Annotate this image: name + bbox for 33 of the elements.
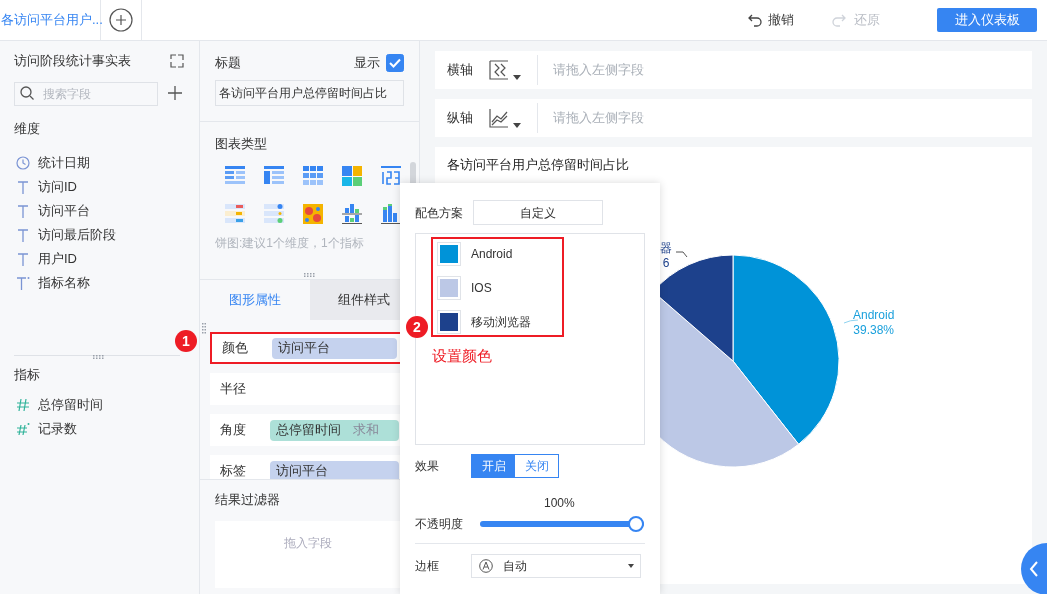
setting-label: 配色方案 bbox=[415, 204, 463, 222]
section-label: 结果过滤器 bbox=[215, 491, 281, 509]
property-label: 标签 bbox=[220, 462, 246, 479]
chart-type-hint: 饼图:建议1个维度，1个指标 bbox=[215, 235, 365, 252]
annotation-text: 设置颜色 bbox=[431, 346, 493, 366]
checkbox-label: 显示 bbox=[354, 54, 380, 73]
axis-label: 纵轴 bbox=[447, 109, 474, 128]
slice-label: 器 bbox=[660, 241, 672, 256]
setting-label: 不透明度 bbox=[415, 516, 463, 533]
chart-title: 各访问平台用户总停留时间占比 bbox=[447, 156, 629, 174]
series-label: 移动浏览器 bbox=[471, 314, 531, 331]
section-label: 维度 bbox=[14, 120, 41, 138]
drop-hint: 拖入字段 bbox=[283, 535, 332, 552]
slice-percent: 39.38% bbox=[853, 323, 895, 338]
section-label: 图表类型 bbox=[215, 135, 268, 153]
opacity-value: 100% bbox=[544, 495, 575, 512]
section-label: 标题 bbox=[215, 54, 241, 73]
field-name: 访问平台 bbox=[276, 462, 328, 479]
field-name: 访问平台 bbox=[278, 339, 330, 358]
property-label: 角度 bbox=[220, 421, 246, 440]
property-label: 颜色 bbox=[222, 339, 248, 358]
select-value: 自动 bbox=[503, 558, 528, 575]
field-name: 总停留时间 bbox=[276, 421, 341, 440]
series-label: Android bbox=[471, 246, 513, 263]
setting-label: 效果 bbox=[415, 458, 439, 475]
axis-label: 横轴 bbox=[447, 61, 474, 80]
setting-label: 边框 bbox=[415, 558, 439, 575]
section-label: 指标 bbox=[14, 366, 41, 384]
slice-percent: 6 bbox=[662, 256, 670, 271]
slice-label: Android bbox=[853, 308, 895, 323]
property-label: 半径 bbox=[220, 380, 246, 399]
table-name: 访问阶段统计事实表 bbox=[14, 52, 131, 71]
series-label: IOS bbox=[471, 280, 492, 297]
